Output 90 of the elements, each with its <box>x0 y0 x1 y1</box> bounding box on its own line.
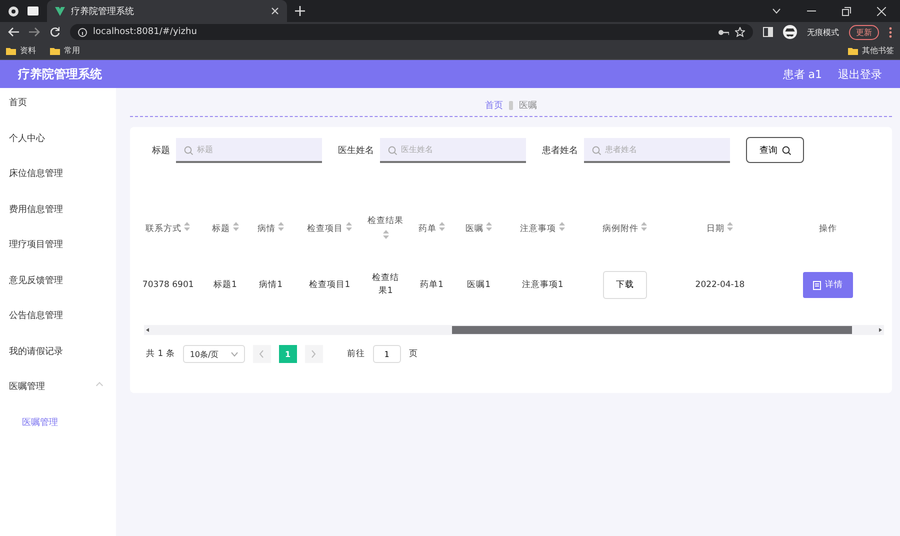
bookmark[interactable]: 其他书签 <box>848 45 894 56</box>
plus-icon[interactable] <box>295 6 305 16</box>
download-button[interactable]: 下载 <box>602 271 647 299</box>
star-icon[interactable] <box>735 27 745 37</box>
search-button[interactable]: 查询 <box>746 137 804 163</box>
search-field[interactable]: 标题 <box>176 138 322 162</box>
tab-title: 疗养院管理系统 <box>71 6 135 18</box>
back-icon[interactable] <box>8 27 19 37</box>
chevron-left-icon <box>259 350 264 358</box>
search-icon <box>184 146 193 154</box>
column-header[interactable]: 药单 <box>418 224 446 234</box>
close-icon[interactable] <box>271 7 279 15</box>
table-cell-text: 注意事项1 <box>520 278 564 292</box>
column-header[interactable]: 检查结果 <box>368 216 404 242</box>
goto-label: 前往 <box>346 348 365 360</box>
app-title: 疗养院管理系统 <box>18 66 103 82</box>
search-field[interactable]: 患者姓名 <box>584 138 730 162</box>
search-icon <box>388 146 397 154</box>
search-icon <box>782 146 790 154</box>
sidebar-item[interactable]: 医嘱管理 <box>0 380 116 416</box>
page-input[interactable]: 1 <box>372 345 401 363</box>
table-cell-text: 检查项目1 <box>308 278 352 292</box>
scroll-left-icon[interactable] <box>144 326 152 334</box>
folder-icon <box>6 46 16 54</box>
sidebar-item[interactable]: 公告信息管理 <box>0 309 116 344</box>
update-button[interactable]: 更新 <box>849 24 879 40</box>
forward-icon[interactable] <box>29 27 40 37</box>
url-text: localhost:8081/#/yizhu <box>93 27 197 37</box>
sidebar-item[interactable]: 理疗项目管理 <box>0 238 116 274</box>
key-icon[interactable] <box>718 28 729 36</box>
bookmark[interactable]: 资料 <box>6 45 36 56</box>
restore-icon[interactable] <box>842 6 851 16</box>
column-header[interactable]: 病情 <box>258 224 284 234</box>
document-icon <box>812 280 821 290</box>
info-icon[interactable] <box>78 28 87 36</box>
folder-icon <box>848 46 858 54</box>
page-size-select[interactable]: 10条/页 <box>182 345 245 363</box>
folder-icon <box>50 46 60 54</box>
chevron-down-icon[interactable] <box>772 8 781 14</box>
table-cell-text: 药单1 <box>419 278 444 292</box>
bookmark[interactable]: 常用 <box>50 45 80 56</box>
column-header[interactable]: 标题 <box>212 224 239 234</box>
table-cell-text: 医嘱1 <box>466 278 492 292</box>
details-button[interactable]: 详情 <box>802 272 853 298</box>
sidebar-item[interactable]: 意见反馈管理 <box>0 274 116 309</box>
breadcrumb-item[interactable]: 首页 <box>485 98 503 112</box>
chevron-right-icon <box>311 350 316 358</box>
column-header[interactable]: 联系方式 <box>146 224 190 234</box>
user-name: 患者 a1 <box>782 66 822 82</box>
sidebar-item[interactable]: 费用信息管理 <box>0 202 116 238</box>
close-icon[interactable] <box>877 6 886 16</box>
field-label: 医生姓名 <box>338 144 374 156</box>
side-panel-icon[interactable] <box>763 27 773 37</box>
sidebar-item[interactable]: 床位信息管理 <box>0 167 116 202</box>
column-header[interactable]: 检查项目 <box>307 224 352 234</box>
incognito-icon[interactable] <box>783 25 797 39</box>
vue-logo-icon <box>55 6 65 16</box>
table-cell-text: 70378 6901 <box>141 278 195 292</box>
sidebar-subitem[interactable]: 医嘱管理 <box>0 416 116 451</box>
scroll-right-icon[interactable] <box>876 326 884 334</box>
sidebar-item[interactable]: 个人中心 <box>0 132 116 167</box>
field-label: 标题 <box>152 144 170 156</box>
column-header[interactable]: 注意事项 <box>520 224 565 234</box>
chevron-down-icon <box>230 352 238 356</box>
logout-link[interactable]: 退出登录 <box>838 66 882 82</box>
separator-icon <box>508 100 514 110</box>
breadcrumb-item: 医嘱 <box>519 100 537 112</box>
window-icon[interactable] <box>27 6 39 16</box>
table-cell-text: 检查结果1 <box>371 272 400 298</box>
globe-icon[interactable] <box>8 6 19 16</box>
address-bar[interactable]: localhost:8081/#/yizhu <box>70 24 753 40</box>
column-header[interactable]: 病例附件 <box>602 224 648 234</box>
more-icon[interactable] <box>889 26 892 38</box>
table-cell-text: 病情1 <box>258 278 284 292</box>
search-icon <box>592 146 601 154</box>
sidebar-item[interactable]: 首页 <box>0 96 116 132</box>
table-cell-text: 2022-04-18 <box>694 278 746 292</box>
column-header: 操作 <box>818 224 837 234</box>
field-label: 患者姓名 <box>542 144 578 156</box>
column-header[interactable]: 医嘱 <box>466 224 492 234</box>
table-cell: 标题1 <box>213 278 238 292</box>
minimize-icon[interactable] <box>807 10 816 12</box>
total-count: 共 1 条 <box>146 348 175 360</box>
sidebar-item[interactable]: 我的请假记录 <box>0 344 116 380</box>
page-suffix: 页 <box>408 348 418 360</box>
column-header[interactable]: 日期 <box>706 224 734 234</box>
browser-tab[interactable]: 疗养院管理系统 <box>47 0 287 22</box>
search-field[interactable]: 医生姓名 <box>380 138 526 162</box>
incognito-label: 无痕模式 <box>807 26 839 38</box>
reload-icon[interactable] <box>50 27 60 37</box>
